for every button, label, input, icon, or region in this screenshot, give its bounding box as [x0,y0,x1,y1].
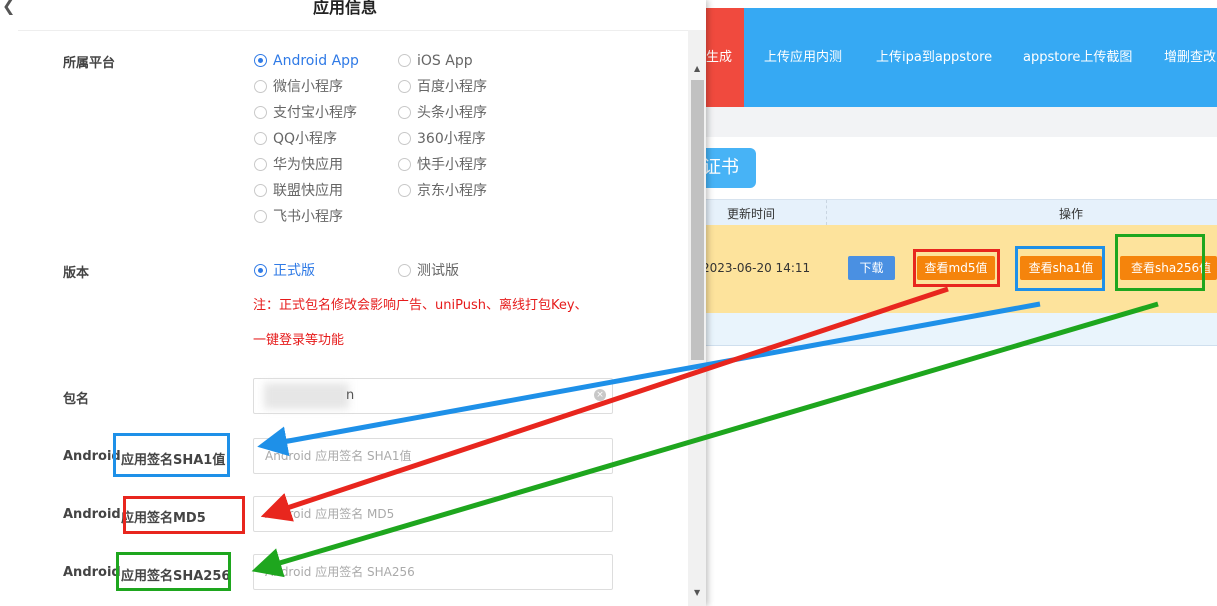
radio-circle-icon [398,132,411,145]
radio-qq-mini[interactable]: QQ小程序 [254,129,337,149]
radio-jd-mini[interactable]: 京东小程序 [398,181,487,201]
radio-alliance-quickapp[interactable]: 联盟快应用 [254,181,343,201]
radio-ios-app[interactable]: iOS App [398,51,473,71]
radio-alipay-mini[interactable]: 支付宝小程序 [254,103,357,123]
radio-circle-icon [254,80,267,93]
radio-feishu-mini[interactable]: 飞书小程序 [254,207,343,227]
md5-input[interactable]: Android 应用签名 MD5 [253,496,613,532]
radio-circle-icon [398,106,411,119]
scroll-up-icon[interactable]: ▲ [694,64,700,73]
package-value-suffix: n [346,388,355,403]
radio-toutiao-mini[interactable]: 头条小程序 [398,103,487,123]
radio-circle-icon [398,158,411,171]
version-label: 版本 [63,266,90,281]
radio-circle-icon [254,132,267,145]
radio-dot-icon [254,54,267,67]
radio-circle-icon [398,80,411,93]
nav-item-generate[interactable]: 生成 [706,8,732,107]
column-divider [826,200,827,225]
radio-circle-icon [398,184,411,197]
top-nav: 生成 上传应用内测 上传ipa到appstore appstore上传截图 增删… [706,8,1217,107]
radio-circle-icon [254,184,267,197]
version-note-line2: 一键登录等功能 [253,333,345,348]
title-divider [18,30,690,31]
package-label: 包名 [63,392,90,407]
nav-item-upload-beta[interactable]: 上传应用内测 [764,8,842,107]
md5-button-highlight-box [913,249,1000,287]
sha256-label-highlight-box [116,552,231,591]
scroll-down-icon[interactable]: ▼ [694,588,700,597]
sha1-input[interactable]: Android 应用签名 SHA1值 [253,438,613,474]
radio-360-mini[interactable]: 360小程序 [398,129,486,149]
package-value-redacted [264,383,349,409]
radio-circle-icon [254,158,267,171]
toolbar-band [706,107,1217,137]
platform-label: 所属平台 [63,56,116,71]
radio-huawei-quickapp[interactable]: 华为快应用 [254,155,343,175]
column-header-update-time: 更新时间 [727,207,776,221]
radio-dot-icon [254,264,267,277]
radio-wechat-mini[interactable]: 微信小程序 [254,77,343,97]
radio-kuaishou-mini[interactable]: 快手小程序 [398,155,487,175]
nav-item-crud[interactable]: 增删查改 [1164,8,1216,107]
radio-circle-icon [254,210,267,223]
modal-title: 应用信息 [312,0,377,17]
sha256-input[interactable]: Android 应用签名 SHA256 [253,554,613,590]
row-update-time: 2023-06-20 14:11 [702,261,811,275]
nav-item-appstore-screenshots[interactable]: appstore上传截图 [1023,8,1132,107]
radio-circle-icon [398,54,411,67]
column-header-actions: 操作 [1059,207,1084,221]
md5-label-highlight-box [123,496,245,534]
radio-release[interactable]: 正式版 [254,261,315,281]
background-app: 生成 上传应用内测 上传ipa到appstore appstore上传截图 增删… [686,0,1217,606]
nav-item-upload-ipa[interactable]: 上传ipa到appstore [876,8,992,107]
sha1-label-highlight-box [113,433,230,477]
radio-test[interactable]: 测试版 [398,261,459,281]
md5-label-prefix: Android [63,507,121,522]
clear-icon[interactable]: × [594,389,606,401]
radio-baidu-mini[interactable]: 百度小程序 [398,77,487,97]
app-info-modal: ❮ 应用信息 所属平台 Android App iOS App 微信小程序 百度… [0,0,706,606]
download-button[interactable]: 下载 [848,256,895,280]
sha256-button-highlight-box [1115,234,1205,291]
radio-circle-icon [398,264,411,277]
sha256-label-prefix: Android [63,565,121,580]
table-header: 更新时间 操作 [706,199,1217,226]
scrollbar-thumb[interactable] [691,80,704,360]
table-row-empty [706,313,1217,346]
radio-circle-icon [254,106,267,119]
radio-android-app[interactable]: Android App [254,51,359,71]
sha1-button-highlight-box [1015,246,1105,291]
version-note-line1: 注：正式包名修改会影响广告、uniPush、离线打包Key、 [253,298,588,313]
